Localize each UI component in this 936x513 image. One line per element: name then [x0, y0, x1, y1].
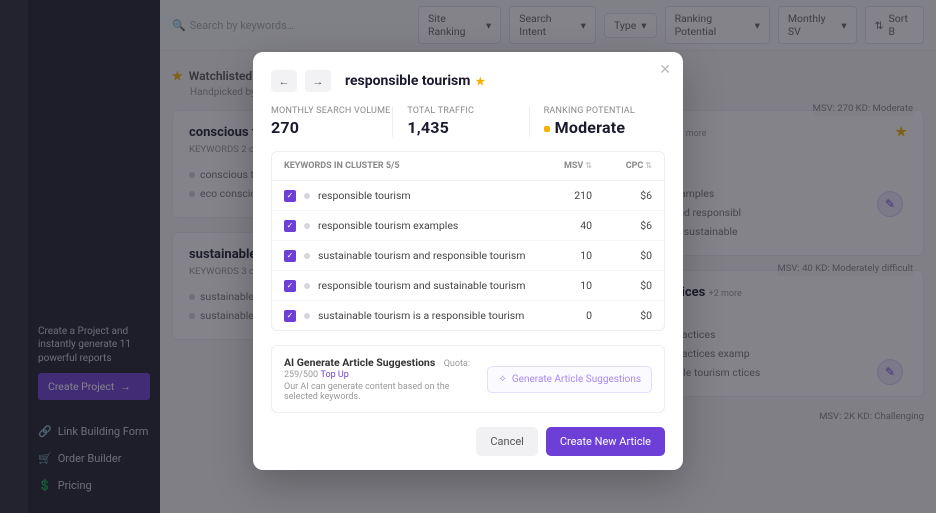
ai-suggestions-box: AI Generate Article Suggestions Quota: 2…	[271, 345, 665, 413]
arrow-left-icon: ←	[279, 75, 290, 88]
generate-suggestions-label: Generate Article Suggestions	[512, 374, 641, 385]
star-icon[interactable]: ★	[475, 75, 485, 88]
arrow-right-icon: →	[313, 75, 324, 88]
stat-label: MONTHLY SEARCH VOLUME	[271, 106, 392, 116]
keyword-cpc: $0	[602, 249, 652, 262]
checkbox-icon[interactable]: ✓	[284, 280, 296, 292]
cluster-modal: ✕ ← → responsible tourism ★ MONTHLY SEAR…	[253, 52, 683, 470]
create-article-button[interactable]: Create New Article	[546, 427, 665, 456]
next-button[interactable]: →	[305, 70, 331, 92]
keyword-name: sustainable tourism is a responsible tou…	[318, 309, 532, 322]
close-icon[interactable]: ✕	[659, 62, 671, 78]
ai-desc: Our AI can generate content based on the…	[284, 382, 475, 402]
stat-value-msv: 270	[271, 118, 392, 137]
keyword-msv: 0	[532, 309, 592, 322]
table-header-cpc[interactable]: CPC⇅	[602, 161, 652, 171]
checkbox-icon[interactable]: ✓	[284, 310, 296, 322]
table-row[interactable]: ✓ responsible tourism 210 $6	[272, 181, 664, 211]
bullet-icon	[304, 253, 310, 259]
keyword-msv: 10	[532, 249, 592, 262]
prev-button[interactable]: ←	[271, 70, 297, 92]
sparkle-icon: ✧	[498, 374, 506, 385]
keyword-cpc: $6	[602, 189, 652, 202]
modal-title: responsible tourism	[345, 73, 470, 89]
keyword-cpc: $6	[602, 219, 652, 232]
keyword-msv: 210	[532, 189, 592, 202]
checkbox-icon[interactable]: ✓	[284, 250, 296, 262]
table-header-msv[interactable]: MSV⇅	[532, 161, 592, 171]
table-row[interactable]: ✓ responsible tourism and sustainable to…	[272, 271, 664, 301]
keyword-name: responsible tourism examples	[318, 219, 532, 232]
stat-value-traffic: 1,435	[407, 118, 528, 137]
modal-overlay: ✕ ← → responsible tourism ★ MONTHLY SEAR…	[0, 0, 936, 513]
bullet-icon	[304, 313, 310, 319]
table-row[interactable]: ✓ sustainable tourism and responsible to…	[272, 241, 664, 271]
keyword-name: responsible tourism	[318, 189, 532, 202]
checkbox-icon[interactable]: ✓	[284, 220, 296, 232]
keyword-msv: 10	[532, 279, 592, 292]
top-up-link[interactable]: Top Up	[321, 370, 349, 380]
table-header-name: KEYWORDS IN CLUSTER 5/5	[284, 161, 532, 171]
sort-icon: ⇅	[645, 161, 652, 170]
keyword-table: KEYWORDS IN CLUSTER 5/5 MSV⇅ CPC⇅ ✓ resp…	[271, 151, 665, 331]
sort-icon: ⇅	[585, 161, 592, 170]
keyword-msv: 40	[532, 219, 592, 232]
generate-suggestions-button[interactable]: ✧ Generate Article Suggestions	[487, 366, 652, 393]
keyword-cpc: $0	[602, 279, 652, 292]
checkbox-icon[interactable]: ✓	[284, 190, 296, 202]
cancel-button[interactable]: Cancel	[476, 427, 537, 456]
table-row[interactable]: ✓ responsible tourism examples 40 $6	[272, 211, 664, 241]
ai-title: AI Generate Article Suggestions	[284, 356, 435, 369]
stat-value-ranking: Moderate	[544, 118, 665, 137]
bullet-icon	[304, 283, 310, 289]
table-row[interactable]: ✓ sustainable tourism is a responsible t…	[272, 301, 664, 330]
stat-label: RANKING POTENTIAL	[544, 106, 665, 116]
keyword-name: responsible tourism and sustainable tour…	[318, 279, 532, 292]
bullet-icon	[304, 223, 310, 229]
keyword-cpc: $0	[602, 309, 652, 322]
bullet-icon	[304, 193, 310, 199]
stat-label: TOTAL TRAFFIC	[407, 106, 528, 116]
keyword-name: sustainable tourism and responsible tour…	[318, 249, 532, 262]
